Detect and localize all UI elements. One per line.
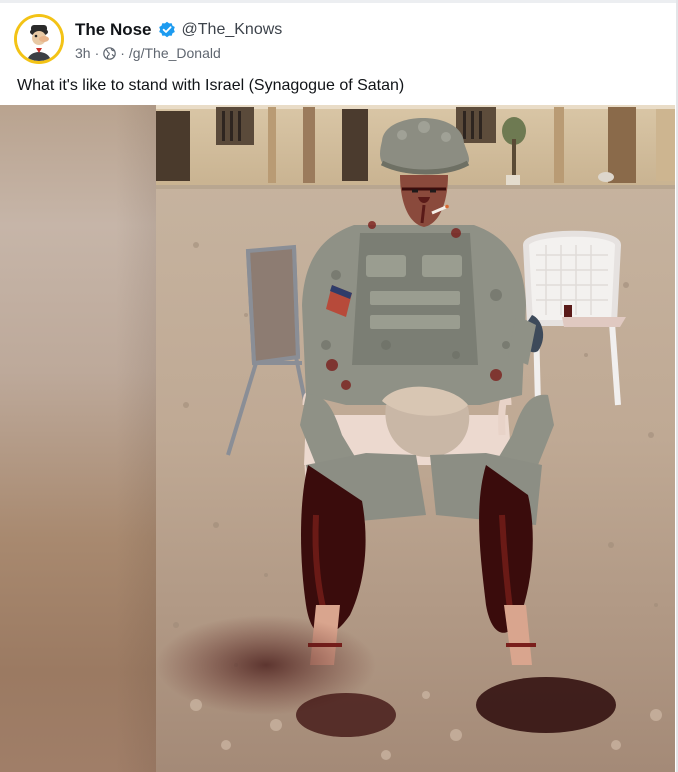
- verified-badge-icon: [158, 21, 176, 39]
- post-media[interactable]: [0, 105, 676, 772]
- media-blur-backdrop: [0, 105, 156, 772]
- post-header: The Nose @The_Knows: [75, 19, 282, 41]
- avatar[interactable]: [14, 14, 64, 64]
- post-photo[interactable]: [156, 105, 675, 772]
- post-time[interactable]: 3h: [75, 45, 91, 61]
- post-meta: 3h · · /g/The_Donald: [75, 44, 221, 62]
- post-card: The Nose @The_Knows 3h · · /g/The_Donald…: [0, 0, 678, 772]
- meta-separator: ·: [94, 45, 100, 61]
- group-link[interactable]: /g/The_Donald: [129, 45, 221, 61]
- avatar-image: [17, 17, 61, 61]
- divider: [0, 0, 678, 3]
- meta-separator: ·: [120, 45, 125, 61]
- author-name[interactable]: The Nose: [75, 20, 152, 40]
- post-text: What it's like to stand with Israel (Syn…: [17, 77, 405, 94]
- author-handle[interactable]: @The_Knows: [182, 21, 283, 39]
- globe-icon: [103, 47, 117, 60]
